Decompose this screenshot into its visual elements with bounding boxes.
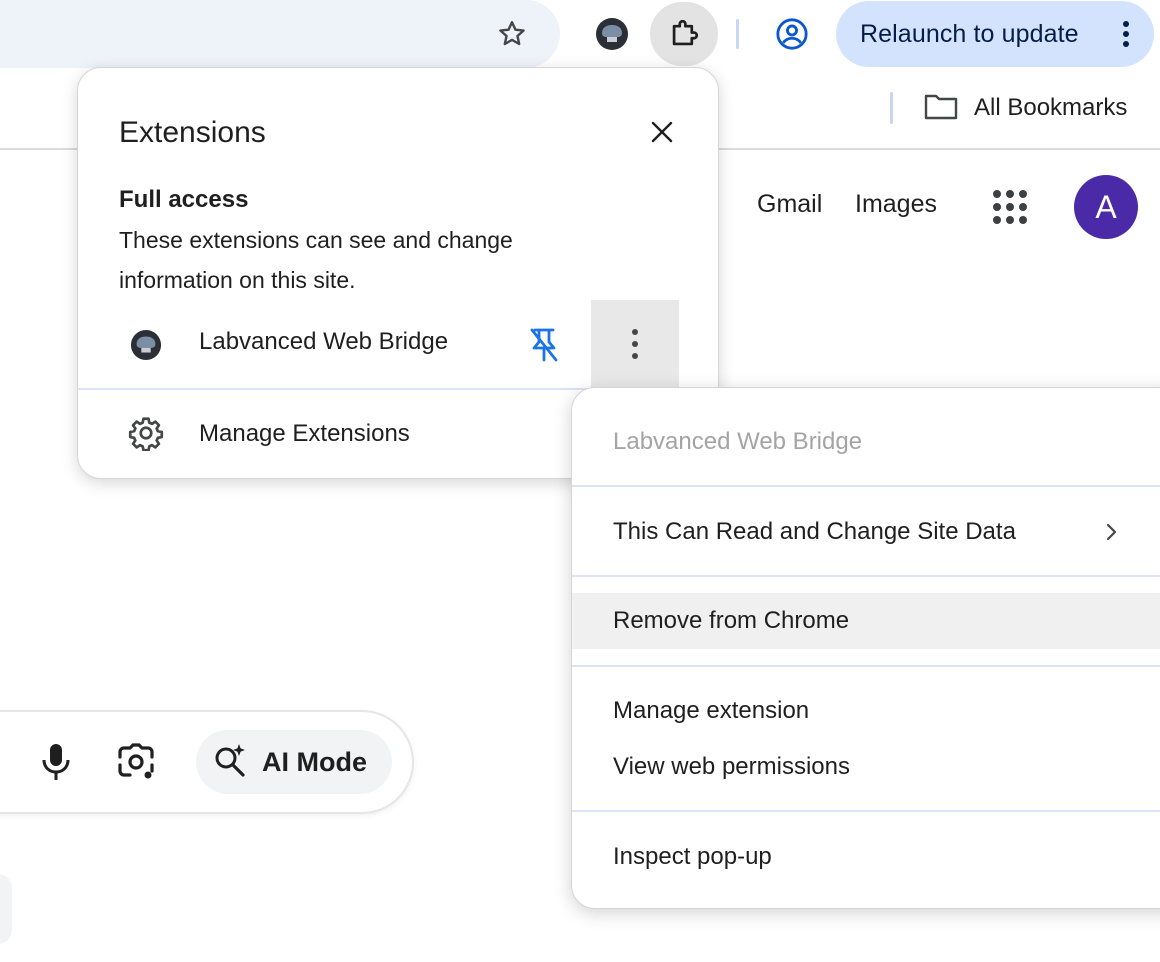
extension-brain-icon[interactable] <box>592 14 632 54</box>
extension-context-menu: Labvanced Web Bridge This Can Read and C… <box>571 387 1160 909</box>
gear-icon <box>128 415 164 452</box>
browser-toolbar: Relaunch to update <box>0 0 1160 68</box>
microphone-icon[interactable] <box>36 740 76 784</box>
relaunch-label: Relaunch to update <box>860 19 1079 48</box>
inspect-popup-menu-item[interactable]: Inspect pop-up <box>572 829 1160 885</box>
context-menu-divider <box>572 575 1160 577</box>
extension-brain-icon <box>130 329 162 361</box>
site-access-menu-item[interactable]: This Can Read and Change Site Data <box>572 504 1160 560</box>
partial-card <box>0 874 12 944</box>
extensions-title: Extensions <box>119 116 266 149</box>
all-bookmarks-label: All Bookmarks <box>974 94 1128 121</box>
manage-extensions-label: Manage Extensions <box>199 420 410 447</box>
context-menu-divider <box>572 810 1160 812</box>
camera-lens-icon[interactable] <box>114 740 158 784</box>
close-icon[interactable] <box>642 112 682 152</box>
extension-more-button[interactable] <box>591 300 679 388</box>
full-access-description: These extensions can see and change info… <box>119 227 513 293</box>
relaunch-button[interactable]: Relaunch to update <box>836 1 1154 67</box>
all-bookmarks-button[interactable]: All Bookmarks <box>924 88 1127 128</box>
extension-name: Labvanced Web Bridge <box>199 328 449 355</box>
google-apps-icon[interactable] <box>986 183 1034 231</box>
ai-search-sparkle-icon <box>212 742 248 783</box>
manage-extension-menu-item[interactable]: Manage extension <box>572 683 1160 739</box>
ai-mode-label: AI Mode <box>262 746 367 777</box>
more-vert-icon[interactable] <box>1116 18 1136 50</box>
context-menu-divider <box>572 485 1160 487</box>
bookmark-star-icon[interactable] <box>488 10 536 58</box>
gmail-link[interactable]: Gmail <box>757 190 822 219</box>
unpin-icon[interactable] <box>524 325 564 365</box>
extension-row[interactable]: Labvanced Web Bridge <box>78 300 718 388</box>
chevron-right-icon <box>1100 520 1124 544</box>
puzzle-icon[interactable] <box>650 2 718 66</box>
site-access-label: This Can Read and Change Site Data <box>613 518 1016 545</box>
context-menu-header: Labvanced Web Bridge <box>613 428 863 455</box>
view-web-permissions-menu-item[interactable]: View web permissions <box>572 739 1160 795</box>
bookmarks-divider <box>890 92 893 124</box>
context-menu-divider <box>572 665 1160 667</box>
toolbar-divider <box>736 19 739 49</box>
images-link[interactable]: Images <box>855 190 937 219</box>
folder-icon <box>924 92 958 125</box>
profile-icon[interactable] <box>768 10 816 58</box>
full-access-heading: Full access <box>119 186 249 213</box>
ai-mode-button[interactable]: AI Mode <box>196 730 392 794</box>
account-avatar[interactable]: A <box>1074 175 1138 239</box>
remove-from-chrome-menu-item[interactable]: Remove from Chrome <box>572 593 1160 649</box>
browser-window: Relaunch to update All Bookmarks Gmail I… <box>0 0 1160 962</box>
omnibox[interactable] <box>0 0 560 68</box>
